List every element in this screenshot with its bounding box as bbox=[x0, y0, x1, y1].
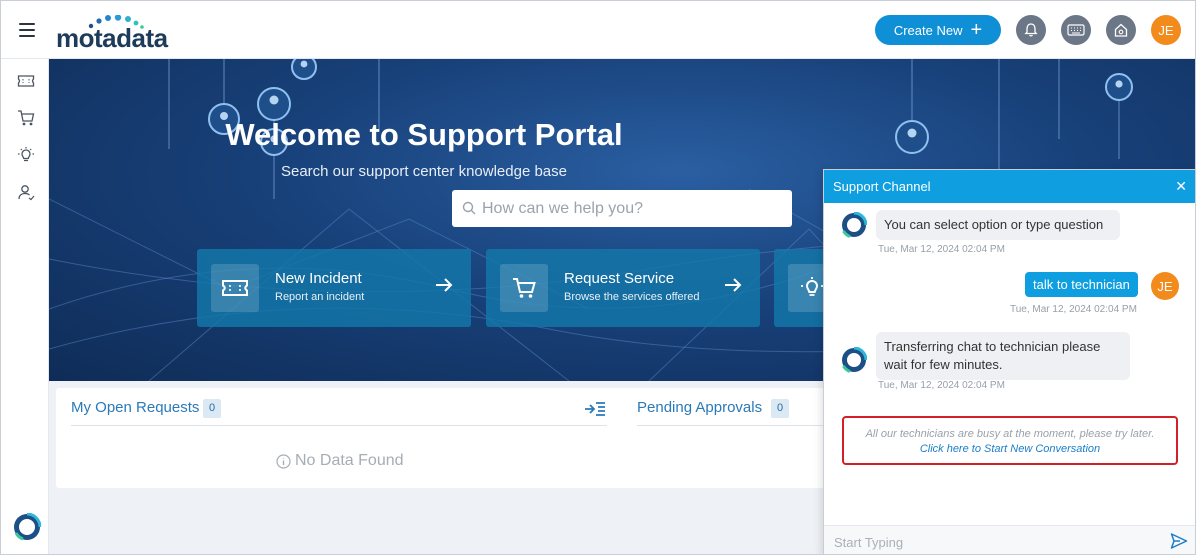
menu-icon[interactable] bbox=[19, 23, 35, 37]
tile-title: Request Service bbox=[564, 270, 675, 287]
logo[interactable]: motadata bbox=[56, 15, 186, 53]
chat-message-input[interactable] bbox=[834, 533, 1154, 551]
arrow-right-icon bbox=[436, 278, 453, 292]
collapse-list-icon[interactable] bbox=[584, 401, 606, 417]
bot-avatar-icon bbox=[842, 347, 867, 373]
hero-subtitle: Search our support center knowledge base bbox=[280, 163, 567, 180]
divider bbox=[637, 425, 826, 426]
cart-icon[interactable] bbox=[16, 108, 36, 128]
start-new-conversation-link[interactable]: Click here to Start New Conversation bbox=[844, 443, 1176, 455]
notification-bell-icon[interactable] bbox=[1016, 15, 1046, 45]
chat-input-bar bbox=[824, 525, 1195, 554]
user-avatar[interactable]: JE bbox=[1151, 15, 1181, 45]
logo-text: motadata bbox=[56, 23, 168, 53]
search-icon bbox=[462, 201, 476, 215]
create-new-label: Create New bbox=[893, 22, 963, 38]
my-open-requests-title[interactable]: My Open Requests bbox=[71, 399, 199, 416]
tile-title: New Incident bbox=[275, 270, 362, 287]
top-bar: motadata Create New + JE bbox=[1, 1, 1195, 59]
pending-approvals-count: 0 bbox=[771, 399, 790, 418]
technicians-busy-notice: All our technicians are busy at the mome… bbox=[842, 416, 1178, 465]
new-incident-tile[interactable]: New Incident Report an incident bbox=[197, 249, 471, 327]
send-icon[interactable] bbox=[1170, 532, 1188, 550]
bulb-icon[interactable] bbox=[16, 145, 36, 165]
divider bbox=[71, 425, 607, 426]
plus-icon: + bbox=[970, 19, 983, 41]
search-input[interactable] bbox=[482, 190, 782, 227]
info-icon bbox=[276, 453, 291, 469]
empty-state: No Data Found bbox=[276, 452, 404, 470]
left-rail bbox=[1, 59, 49, 554]
tile-description: Report an incident bbox=[275, 291, 365, 303]
request-service-tile[interactable]: Request Service Browse the services offe… bbox=[486, 249, 760, 327]
cart-icon bbox=[500, 264, 548, 312]
arrow-right-icon bbox=[725, 278, 742, 292]
chatbot-launcher-icon[interactable] bbox=[13, 513, 41, 541]
app-window: motadata Create New + JE Welcome to Supp… bbox=[0, 0, 1196, 555]
busy-notice-text: All our technicians are busy at the mome… bbox=[865, 428, 1155, 440]
ticket-icon[interactable] bbox=[16, 71, 36, 91]
tile-description: Browse the services offered bbox=[564, 291, 700, 303]
user-avatar: JE bbox=[1151, 272, 1179, 300]
home-icon[interactable] bbox=[1106, 15, 1136, 45]
close-icon[interactable]: ✕ bbox=[1175, 178, 1187, 195]
open-requests-count: 0 bbox=[203, 399, 222, 418]
chat-message-bot: Transferring chat to technician please w… bbox=[876, 332, 1130, 380]
chat-title: Support Channel bbox=[833, 179, 931, 194]
support-channel-panel: Support Channel ✕ You can select option … bbox=[823, 169, 1195, 554]
message-time: Tue, Mar 12, 2024 02:04 PM bbox=[878, 380, 1005, 391]
chat-message-bot: You can select option or type question bbox=[876, 210, 1120, 240]
knowledge-search[interactable] bbox=[452, 190, 792, 227]
message-time: Tue, Mar 12, 2024 02:04 PM bbox=[878, 244, 1005, 255]
no-data-text: No Data Found bbox=[295, 452, 404, 469]
hero-title: Welcome to Support Portal bbox=[225, 117, 623, 152]
bot-avatar-icon bbox=[842, 212, 867, 238]
chat-message-user: talk to technician bbox=[1025, 272, 1138, 297]
pending-approvals-title[interactable]: Pending Approvals bbox=[637, 399, 762, 416]
chat-header: Support Channel ✕ bbox=[824, 170, 1195, 203]
message-time: Tue, Mar 12, 2024 02:04 PM bbox=[1010, 304, 1137, 315]
create-new-button[interactable]: Create New + bbox=[875, 15, 1001, 45]
user-icon[interactable] bbox=[16, 182, 36, 202]
requests-card: My Open Requests 0 Pending Approvals 0 N… bbox=[56, 388, 826, 488]
keyboard-icon[interactable] bbox=[1061, 15, 1091, 45]
ticket-icon bbox=[211, 264, 259, 312]
